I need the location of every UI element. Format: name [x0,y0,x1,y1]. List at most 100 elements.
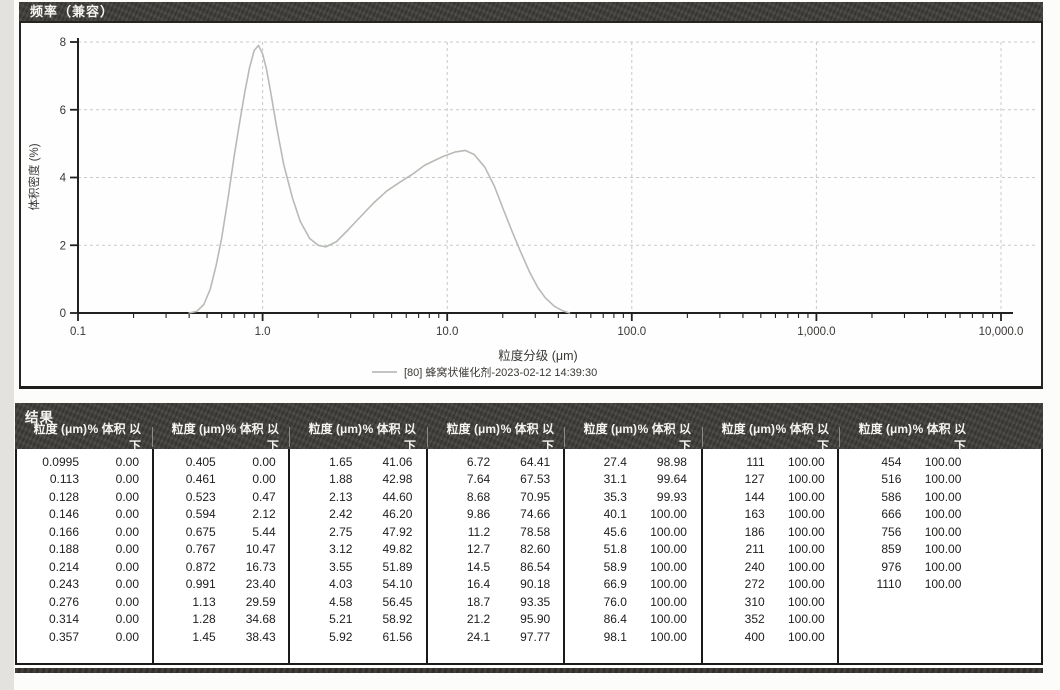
table-row: 400100.00 [703,628,837,646]
size-value: 2.42 [290,507,352,521]
size-value: 1.13 [154,595,216,609]
size-value: 1.45 [154,630,216,644]
y-tick-label: 8 [60,37,66,49]
pct-value: 10.47 [216,542,288,556]
table-row: 8.6870.95 [428,488,562,506]
results-bottom-border [15,668,1043,673]
results-header-bar: 结果 粒度 (μm)% 体积 以下粒度 (μm)% 体积 以下粒度 (μm)% … [15,403,1043,449]
table-row: 0.3570.00 [17,628,151,646]
table-row: 0.4050.00 [154,453,288,471]
results-table-cell: 0.4050.000.4610.000.5230.470.5942.120.67… [154,449,291,665]
pct-value: 58.92 [352,612,424,626]
size-value: 0.166 [17,525,79,539]
table-row: 16.490.18 [428,576,562,594]
table-row: 1.4538.43 [154,628,288,646]
size-value: 18.7 [428,595,490,609]
frequency-chart: 0.11.010.0100.01,000.010,000.002468体积密度 … [19,21,1043,389]
pct-value: 0.00 [79,612,151,626]
table-row: 0.6755.44 [154,523,288,541]
results-column-headers: 粒度 (μm)% 体积 以下粒度 (μm)% 体积 以下粒度 (μm)% 体积 … [15,425,1043,449]
table-row: 86.4100.00 [565,611,699,629]
size-value: 9.86 [428,507,490,521]
size-value: 1.65 [290,455,352,469]
pct-value: 100.00 [901,525,973,539]
pct-value: 95.90 [490,612,562,626]
column-header-group: 粒度 (μm)% 体积 以下 [15,427,152,447]
pct-value: 67.53 [490,472,562,486]
size-value: 756 [839,525,901,539]
x-tick-label: 10.0 [436,326,458,338]
results-table-cell: 111100.00127100.00144100.00163100.001861… [703,449,840,665]
table-row: 0.1660.00 [17,523,151,541]
column-header-group: 粒度 (μm)% 体积 以下 [702,427,839,447]
table-row: 310100.00 [703,593,837,611]
size-value: 0.214 [17,560,79,574]
table-row: 272100.00 [703,576,837,594]
size-value: 5.21 [290,612,352,626]
table-row: 12.782.60 [428,541,562,559]
table-row: 0.1280.00 [17,488,151,506]
table-row: 127100.00 [703,471,837,489]
size-value: 4.58 [290,595,352,609]
size-value: 98.1 [565,630,627,644]
pct-value: 74.66 [490,507,562,521]
pct-value: 98.98 [627,455,699,469]
pct-value: 41.06 [352,455,424,469]
table-row: 666100.00 [839,506,973,524]
size-value: 127 [703,472,765,486]
size-value: 0.243 [17,577,79,591]
scan-margin [0,0,14,690]
table-row: 0.2760.00 [17,593,151,611]
x-tick-label: 1.0 [255,326,271,338]
table-row: 45.6100.00 [565,523,699,541]
column-header-group: 粒度 (μm)% 体积 以下 [564,427,702,447]
table-row: 6.7264.41 [428,453,562,471]
pct-value: 23.40 [216,577,288,591]
pct-value: 100.00 [627,630,699,644]
pct-value: 46.20 [352,507,424,521]
table-row: 0.09950.00 [17,453,151,471]
pct-value: 99.93 [627,490,699,504]
pct-value: 82.60 [490,542,562,556]
table-row: 1.8842.98 [290,471,424,489]
table-row: 27.498.98 [565,453,699,471]
x-axis-title: 粒度分级 (μm) [498,348,577,363]
size-value: 2.75 [290,525,352,539]
pct-value: 51.89 [352,560,424,574]
size-value: 163 [703,507,765,521]
size-value: 3.12 [290,542,352,556]
size-value: 0.675 [154,525,216,539]
pct-value: 100.00 [901,455,973,469]
size-value: 12.7 [428,542,490,556]
pct-value: 16.73 [216,560,288,574]
size-value: 4.03 [290,577,352,591]
table-row: 2.4246.20 [290,506,424,524]
table-row: 11.278.58 [428,523,562,541]
pct-value: 0.47 [216,490,288,504]
table-row: 0.76710.47 [154,541,288,559]
size-value: 586 [839,490,901,504]
size-value: 66.9 [565,577,627,591]
size-value: 0.405 [154,455,216,469]
pct-value: 0.00 [79,560,151,574]
size-value: 14.5 [428,560,490,574]
pct-value: 100.00 [765,577,837,591]
size-value: 0.357 [17,630,79,644]
pct-value: 0.00 [79,455,151,469]
size-value: 11.2 [428,525,490,539]
y-tick-label: 2 [60,240,66,252]
particle-size-report-page: 频率（兼容） 0.11.010.0100.01,000.010,000.0024… [0,0,1060,690]
table-row: 163100.00 [703,506,837,524]
pct-value: 100.00 [627,577,699,591]
size-value: 16.4 [428,577,490,591]
frequency-curve [189,45,569,313]
size-value: 7.64 [428,472,490,486]
column-header-group: 粒度 (μm)% 体积 以下 [427,427,564,447]
table-row: 352100.00 [703,611,837,629]
table-row: 98.1100.00 [565,628,699,646]
pct-value: 100.00 [901,472,973,486]
size-value: 400 [703,630,765,644]
pct-value: 34.68 [216,612,288,626]
pct-value: 0.00 [79,525,151,539]
table-row: 1.1329.59 [154,593,288,611]
